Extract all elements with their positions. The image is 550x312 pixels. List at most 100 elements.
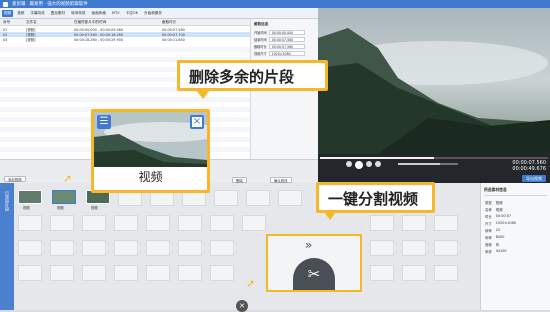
cell-timeline: 00:00:18.260 - 00:00:29.900 <box>74 37 123 42</box>
end-time-field[interactable]: 00:00:07.560 <box>268 37 305 42</box>
prop-row: 音频有 <box>485 243 500 247</box>
prop-row: 时长 00:00:07 <box>485 214 512 219</box>
prop-row: 尺寸 1920×1080 <box>485 221 516 226</box>
timeline-slot[interactable] <box>242 215 266 231</box>
stop-button[interactable] <box>366 161 372 167</box>
timeline-slot[interactable] <box>370 215 394 231</box>
tab-style[interactable]: 画面风格 <box>90 10 108 17</box>
tab-upgrade[interactable]: 升级和服务 <box>142 10 164 17</box>
timeline-slot[interactable] <box>278 190 302 206</box>
tab-overlay[interactable]: 叠加素材 <box>49 10 67 17</box>
timeline-tab[interactable]: 已添加片段 <box>0 183 14 310</box>
thumb-label: 视频 <box>91 206 98 210</box>
app-logo-icon <box>3 1 8 7</box>
timeline-slot[interactable] <box>82 215 106 231</box>
play-button[interactable] <box>355 161 363 169</box>
col-timeline: 在最终影片中的时间 <box>74 19 107 24</box>
timeline-slot[interactable] <box>146 240 170 256</box>
clip-table-header: 序号 文件名 在最终影片中的时间 截取时长 <box>0 19 250 26</box>
timeline-slot[interactable] <box>214 190 238 206</box>
timeline-slot[interactable] <box>146 215 170 231</box>
col-filename: 文件名 <box>26 19 37 24</box>
playback-bar: 00:00:07.560 00:00:49.676 导出视频 <box>318 154 550 183</box>
cell-timeline: 00:00:07.560 - 00:00:18.260 <box>74 32 123 37</box>
chevron-right-icon: » <box>305 238 313 252</box>
timeline-slot[interactable] <box>114 215 138 231</box>
callout-pointer <box>324 212 336 220</box>
tab-transition[interactable]: 转场特效 <box>69 10 87 17</box>
preview-landscape <box>318 8 550 154</box>
add-clip-icon[interactable]: ✕ <box>236 300 248 312</box>
timeline-slot[interactable] <box>82 240 106 256</box>
tab-mtv[interactable]: MTV <box>110 10 122 16</box>
timeline-slot[interactable] <box>114 240 138 256</box>
app-subtitle: 最易用 · 强大的视频剪辑软件 <box>29 2 88 7</box>
timeline-tab-label: 已添加片段 <box>5 191 10 211</box>
timeline-slot[interactable] <box>178 215 202 231</box>
video-preview[interactable] <box>318 8 550 154</box>
timeline-slot[interactable] <box>18 265 42 281</box>
timeline-slot[interactable] <box>50 240 74 256</box>
timeline-slot[interactable] <box>434 215 458 231</box>
export-button[interactable]: 导出视频 <box>522 175 546 182</box>
cell-filename: [视频] <box>26 38 36 42</box>
timeline-slot[interactable] <box>370 240 394 256</box>
table-row[interactable]: 03 [视频] 00:00:18.260 - 00:00:29.900 00:0… <box>0 37 250 43</box>
props-title: 所选素材信息 <box>484 187 547 196</box>
callout-pointer <box>196 90 210 99</box>
add-video-button[interactable]: 添加视频 <box>4 176 26 182</box>
timeline-slot[interactable] <box>146 265 170 281</box>
timeline-slot[interactable] <box>50 215 74 231</box>
cell-duration: 00:00:07.700 <box>162 32 185 37</box>
start-time-field[interactable]: 00:00:00.000 <box>268 30 305 35</box>
timeline-slot[interactable] <box>402 240 426 256</box>
scissors-icon[interactable]: ✂ <box>293 258 335 290</box>
timeline-slot[interactable] <box>402 215 426 231</box>
timeline-slot[interactable] <box>434 240 458 256</box>
split-callout-text: 一键分割视频 <box>328 190 419 208</box>
size-field: 1920×1080 <box>268 51 305 56</box>
volume-slider[interactable] <box>398 163 458 165</box>
duration-field: 00:00:07.560 <box>268 44 305 49</box>
tab-karaoke[interactable]: 卡拉OK <box>124 10 140 17</box>
list-icon[interactable]: ☰ <box>97 115 111 129</box>
timeline-slot[interactable] <box>178 265 202 281</box>
title-bar: 爱剪辑 最易用 · 强大的视频剪辑软件 <box>0 0 550 8</box>
close-icon[interactable]: × <box>190 115 204 129</box>
tab-video[interactable]: 视频 <box>2 9 14 17</box>
timeline-slot[interactable] <box>402 265 426 281</box>
timeline-slot[interactable] <box>114 265 138 281</box>
prop-row: 名称 视频 <box>485 208 503 212</box>
timeline-slot[interactable] <box>246 190 270 206</box>
forward-button[interactable] <box>375 161 381 167</box>
timeline-slot[interactable] <box>82 265 106 281</box>
prop-row: 采样 44100 <box>485 249 507 254</box>
prop-row: 帧率 25 <box>485 228 501 233</box>
split-area: » ✂ <box>266 234 362 292</box>
info-title: 截取信息 <box>254 22 269 26</box>
timeline-slot[interactable] <box>370 265 394 281</box>
tab-audio[interactable]: 音频 <box>15 10 26 17</box>
thumb-clip-2[interactable] <box>52 190 76 204</box>
timeline-slot[interactable] <box>210 240 234 256</box>
timeline-slot[interactable] <box>210 215 234 231</box>
cell-duration: 00:00:11.640 <box>162 37 185 42</box>
cell-index: 02 <box>3 32 8 37</box>
video-thumb-callout: 视频 ☰ × <box>91 109 210 193</box>
timeline-slot[interactable] <box>50 265 74 281</box>
tab-subtitle[interactable]: 字幕特效 <box>28 10 46 17</box>
app-name: 爱剪辑 <box>12 2 26 7</box>
timeline-slot[interactable] <box>18 240 42 256</box>
curved-arrow-icon: ➚ <box>246 277 256 290</box>
progress-track[interactable] <box>320 157 548 159</box>
timeline-slot[interactable] <box>210 265 234 281</box>
delete-callout: 删除多余的片段 <box>177 60 328 91</box>
timeline-slot[interactable] <box>18 215 42 231</box>
thumb-clip-1[interactable] <box>18 190 42 204</box>
rewind-button[interactable] <box>346 161 352 167</box>
delete-callout-text: 删除多余的片段 <box>189 68 295 86</box>
timeline-slot[interactable] <box>434 265 458 281</box>
timeline-slot[interactable] <box>178 240 202 256</box>
info-size: 视频尺寸 1920×1080 <box>254 51 305 56</box>
prop-row: 类型 视频 <box>485 201 503 205</box>
